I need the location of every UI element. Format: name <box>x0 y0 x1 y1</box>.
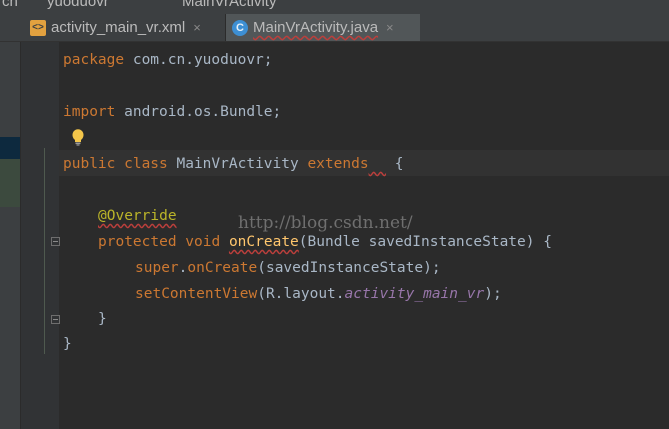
lightbulb-icon[interactable] <box>70 128 86 146</box>
code-line-class-declaration[interactable]: public class MainVrActivity extends { <box>63 154 404 174</box>
close-icon[interactable]: × <box>386 20 394 35</box>
code-line-method-close[interactable]: } <box>98 309 107 329</box>
tab-activity-main-vr-xml[interactable]: <> activity_main_vr.xml × <box>22 14 226 41</box>
code-line-setcontentview[interactable]: setContentView(R.layout.activity_main_vr… <box>135 284 502 304</box>
breadcrumb-item-cn[interactable]: cn <box>2 0 18 10</box>
xml-file-icon: <> <box>30 19 46 36</box>
tab-mainvractivity-java[interactable]: C MainVrActivity.java × <box>226 14 420 41</box>
code-line-import[interactable]: import android.os.Bundle; <box>63 102 281 122</box>
project-tree-highlight <box>0 159 20 207</box>
watermark: http://blog.csdn.net/ <box>238 213 413 233</box>
fold-toggle-icon[interactable] <box>51 315 60 324</box>
breadcrumb-item-class[interactable]: MainVrActivity <box>182 0 276 10</box>
tab-label: MainVrActivity.java <box>253 19 379 36</box>
java-class-icon: C <box>232 19 248 36</box>
editor-gutter <box>21 42 59 429</box>
code-line-oncreate-signature[interactable]: protected void onCreate(Bundle savedInst… <box>98 232 552 252</box>
close-icon[interactable]: × <box>193 20 201 35</box>
code-line-class-close[interactable]: } <box>63 334 72 354</box>
tab-label: activity_main_vr.xml <box>51 19 186 36</box>
code-line-super-call[interactable]: super.onCreate(savedInstanceState); <box>135 258 441 278</box>
fold-toggle-icon[interactable] <box>51 237 60 246</box>
breadcrumb-item-package[interactable]: yuoduovr <box>47 0 109 10</box>
code-line-package[interactable]: package com.cn.yuoduovr; <box>63 50 273 70</box>
code-line-override[interactable]: @Override <box>98 206 177 226</box>
selected-project-node[interactable] <box>0 137 20 159</box>
editor-tab-bar: <> activity_main_vr.xml × C MainVrActivi… <box>0 12 669 42</box>
left-tool-strip <box>0 42 21 429</box>
gutter-scope-line <box>44 148 45 354</box>
